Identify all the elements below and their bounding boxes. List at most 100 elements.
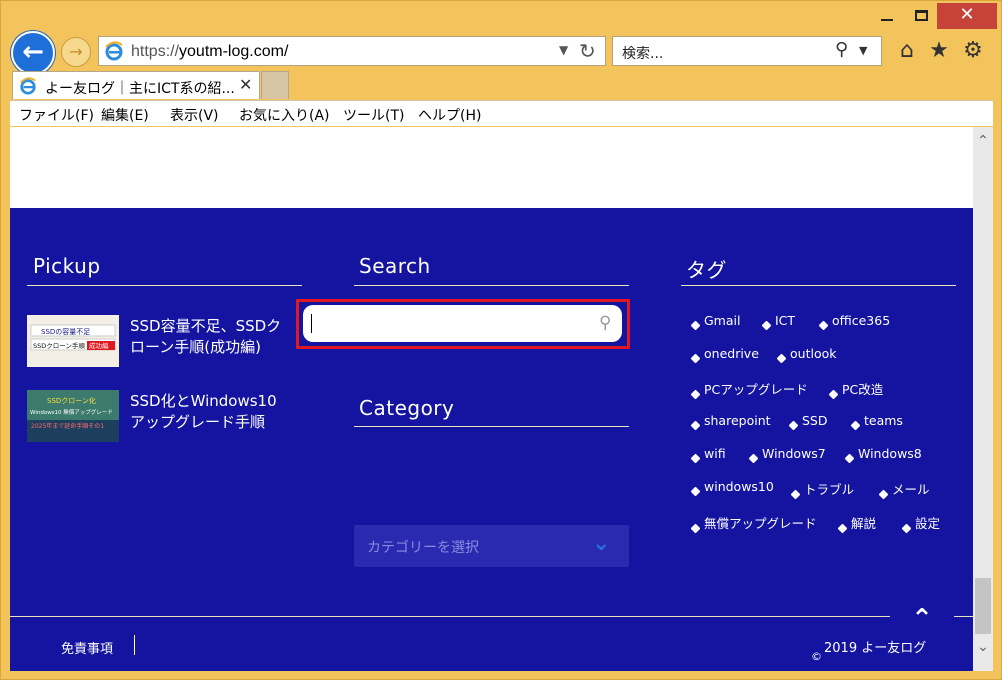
close-window-button[interactable]: ✕ [937, 3, 997, 29]
tag-link[interactable]: wifi [690, 446, 726, 464]
tag-icon [818, 320, 829, 331]
post-title[interactable]: SSD容量不足、SSDク ローン手順(成功編) [130, 316, 300, 358]
tab-title: よー友ログ｜主にICT系の紹... [45, 81, 235, 97]
post-thumbnail[interactable]: SSDの容量不足 SSDクローン手順 成功編 [27, 315, 119, 367]
pickup-title: Pickup [33, 254, 101, 278]
pickup-post[interactable]: SSDの容量不足 SSDクローン手順 成功編 SSD容量不足、SSDク ローン手… [27, 315, 307, 367]
tag-link[interactable]: ICT [761, 313, 795, 331]
vertical-scrollbar[interactable]: ⌃ ⌄ [973, 127, 993, 671]
home-icon[interactable]: ⌂ [893, 37, 921, 65]
tag-link[interactable]: office365 [818, 313, 890, 331]
thumb-text: SSDクローン化 [47, 396, 96, 405]
category-title: Category [359, 396, 455, 420]
new-tab-button[interactable] [261, 71, 289, 99]
refresh-icon[interactable]: ↻ [579, 39, 596, 63]
tag-link[interactable]: SSD [788, 413, 828, 431]
address-dropdown-icon[interactable]: ▼ [559, 43, 568, 57]
tag-icon [850, 420, 861, 431]
favorites-star-icon[interactable]: ★ [925, 37, 953, 65]
thumb-text: Windows10 無償アップグレード [30, 408, 113, 416]
category-placeholder: カテゴリーを選択 [367, 540, 479, 556]
minimize-icon [881, 18, 893, 21]
thumb-badge: 成功編 [89, 341, 109, 350]
back-arrow-icon: ← [22, 37, 44, 67]
tab-youtm-log[interactable]: よー友ログ｜主にICT系の紹... ✕ [12, 71, 260, 99]
tag-link[interactable]: 解説 [837, 513, 876, 534]
menu-tools[interactable]: ツール(T) [343, 105, 404, 125]
tag-link[interactable]: メール [878, 479, 930, 500]
tag-icon [790, 489, 801, 500]
tag-link[interactable]: outlook [776, 346, 836, 364]
tag-icon [690, 389, 701, 400]
disclaimer-link[interactable]: 免責事項 [61, 638, 113, 657]
menu-edit[interactable]: 編集(E) [101, 105, 149, 125]
menu-help[interactable]: ヘルプ(H) [418, 105, 481, 125]
chevron-down-icon: ⌄ [592, 531, 611, 556]
search-highlight: ⚲ [296, 299, 630, 349]
menu-favorites[interactable]: お気に入り(A) [239, 105, 330, 125]
thumb-badge: 2025年まで延命手順その1 [31, 422, 104, 430]
search-icon[interactable]: ⚲ [599, 313, 611, 333]
page-viewport: Pickup SSDの容量不足 SSDクローン手順 成功編 SSD容量不足、SS… [10, 127, 973, 671]
tag-link[interactable]: Gmail [690, 313, 740, 331]
footer-separator [134, 635, 135, 655]
address-url: https://youtm-log.com/ [131, 43, 289, 60]
tag-link[interactable]: Windows8 [844, 446, 922, 464]
tag-icon [690, 523, 701, 534]
thumb-text: SSDクローン手順 [33, 341, 85, 350]
category-divider [354, 426, 629, 427]
scroll-up-icon[interactable]: ⌃ [973, 133, 993, 149]
back-to-top-button[interactable]: ⌃ [890, 602, 954, 642]
tag-icon [690, 486, 701, 497]
pickup-post[interactable]: SSDクローン化 Windows10 無償アップグレード 2025年まで延命手順… [27, 390, 307, 442]
search-title: Search [359, 254, 431, 278]
tag-link[interactable]: onedrive [690, 346, 759, 364]
browser-search-box[interactable]: 検索... ⚲ ▼ [612, 36, 882, 66]
tag-link[interactable]: PC改造 [828, 379, 883, 400]
tag-icon [690, 353, 701, 364]
maximize-icon [914, 10, 928, 21]
menu-file[interactable]: ファイル(F) [19, 105, 94, 125]
tag-icon [844, 453, 855, 464]
maximize-button[interactable] [904, 3, 938, 29]
post-thumbnail[interactable]: SSDクローン化 Windows10 無償アップグレード 2025年まで延命手順… [27, 390, 119, 442]
menu-bar: ファイル(F) 編集(E) 表示(V) お気に入り(A) ツール(T) ヘルプ(… [10, 100, 993, 126]
tag-icon [748, 453, 759, 464]
search-icon[interactable]: ⚲ [835, 39, 848, 60]
tag-icon [776, 353, 787, 364]
tag-link[interactable]: 設定 [901, 513, 940, 534]
scroll-down-icon[interactable]: ⌄ [973, 639, 993, 655]
gear-icon[interactable]: ⚙ [959, 37, 987, 65]
tag-link[interactable]: 無償アップグレード [690, 513, 817, 534]
thumb-text: SSDの容量不足 [41, 327, 90, 336]
post-title[interactable]: SSD化とWindows10 アップグレード手順 [130, 391, 300, 433]
minimize-button[interactable] [870, 3, 904, 29]
tag-link[interactable]: PCアップグレード [690, 379, 808, 400]
copyright-text: ©2019 よー友ログ [811, 641, 927, 663]
scrollbar-thumb[interactable] [975, 578, 991, 634]
category-select[interactable]: カテゴリーを選択 ⌄ [354, 525, 629, 567]
tag-icon [788, 420, 799, 431]
pickup-divider [27, 285, 302, 286]
search-input[interactable]: ⚲ [303, 305, 622, 342]
tag-icon [878, 489, 889, 500]
forward-button[interactable]: → [61, 37, 91, 67]
search-divider [354, 285, 629, 286]
address-bar[interactable]: https://youtm-log.com/ ▼ ↻ [98, 36, 606, 66]
footer-divider [10, 616, 973, 617]
tag-icon [690, 420, 701, 431]
close-tab-icon[interactable]: ✕ [239, 75, 252, 94]
search-dropdown-icon[interactable]: ▼ [859, 44, 867, 57]
tag-icon [690, 453, 701, 464]
tag-link[interactable]: windows10 [690, 479, 774, 497]
text-caret [311, 314, 312, 333]
menu-view[interactable]: 表示(V) [170, 105, 219, 125]
tag-icon [837, 523, 848, 534]
tag-link[interactable]: sharepoint [690, 413, 771, 431]
tag-link[interactable]: トラブル [790, 479, 854, 500]
tag-link[interactable]: Windows7 [748, 446, 826, 464]
tag-link[interactable]: teams [850, 413, 903, 431]
tags-title: タグ [686, 258, 727, 282]
back-button[interactable]: ← [11, 31, 55, 75]
browser-window: ✕ ← → https://youtm-log.com/ ▼ ↻ 検索... ⚲… [0, 0, 1002, 680]
